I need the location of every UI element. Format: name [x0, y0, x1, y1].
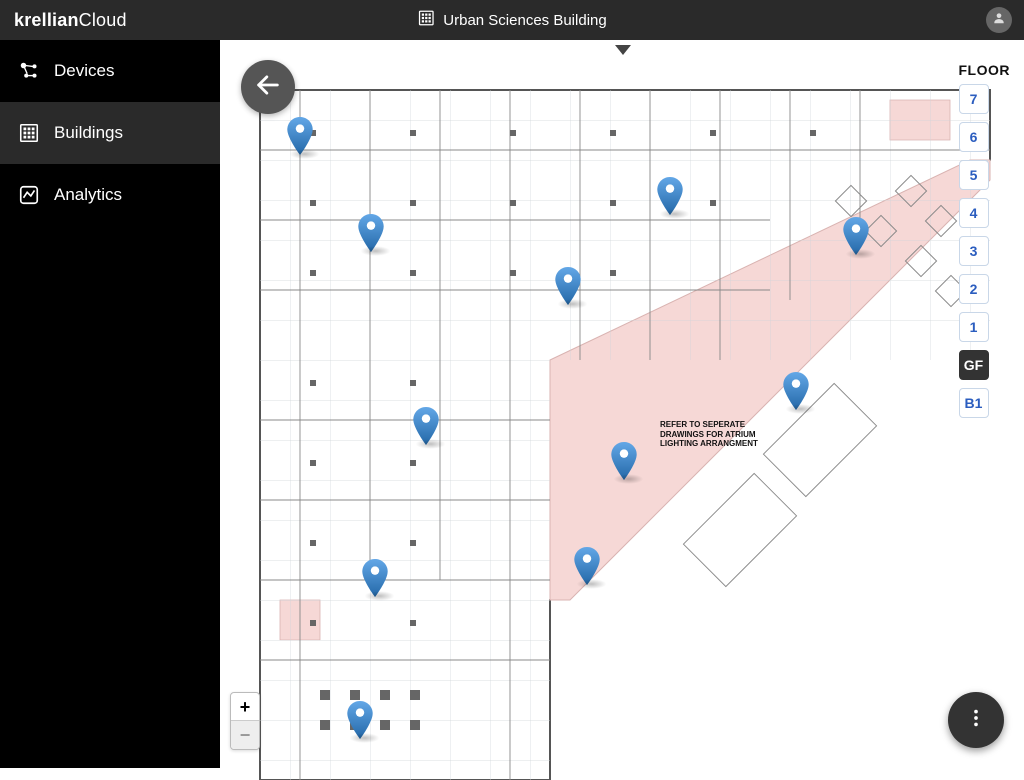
building-name-text: Urban Sciences Building: [443, 12, 606, 29]
arrow-left-icon: [254, 71, 282, 104]
map-pin[interactable]: [358, 214, 384, 252]
floor-button-2[interactable]: 2: [959, 274, 989, 304]
header-right: [986, 7, 1012, 33]
sidebar: Devices Buildings Analytics: [0, 40, 220, 768]
map-pin[interactable]: [287, 117, 313, 155]
map-pin[interactable]: [783, 372, 809, 410]
more-actions-fab[interactable]: [948, 692, 1004, 748]
sidebar-item-label: Buildings: [54, 123, 123, 143]
map-pin[interactable]: [413, 407, 439, 445]
floor-selector-label: FLOOR: [959, 62, 1011, 78]
map-pin[interactable]: [657, 177, 683, 215]
zoom-out-button[interactable]: −: [231, 721, 259, 749]
floor-button-6[interactable]: 6: [959, 122, 989, 152]
floor-selector: FLOOR 7 6 5 4 3 2 1 GF B1: [959, 62, 1011, 426]
floor-plan-map[interactable]: REFER TO SEPERATE DRAWINGS FOR ATRIUM LI…: [220, 40, 1024, 768]
sidebar-item-analytics[interactable]: Analytics: [0, 164, 220, 226]
sidebar-item-label: Analytics: [54, 185, 122, 205]
building-icon: [417, 9, 435, 31]
atrium-note-text: REFER TO SEPERATE DRAWINGS FOR ATRIUM LI…: [660, 420, 780, 449]
content-area: REFER TO SEPERATE DRAWINGS FOR ATRIUM LI…: [220, 40, 1024, 768]
user-avatar-button[interactable]: [986, 7, 1012, 33]
app-logo[interactable]: krellianCloud: [0, 10, 127, 31]
more-vertical-icon: [965, 707, 987, 734]
sidebar-item-devices[interactable]: Devices: [0, 40, 220, 102]
brand-light: Cloud: [79, 10, 127, 30]
map-pin[interactable]: [611, 442, 637, 480]
sidebar-item-buildings[interactable]: Buildings: [0, 102, 220, 164]
analytics-icon: [18, 184, 40, 206]
header-building-title[interactable]: Urban Sciences Building: [417, 9, 606, 31]
floor-button-1[interactable]: 1: [959, 312, 989, 342]
floor-button-4[interactable]: 4: [959, 198, 989, 228]
floor-button-3[interactable]: 3: [959, 236, 989, 266]
sidebar-item-label: Devices: [54, 61, 114, 81]
map-pin[interactable]: [843, 217, 869, 255]
user-icon: [992, 11, 1006, 30]
back-button[interactable]: [241, 60, 295, 114]
floor-button-5[interactable]: 5: [959, 160, 989, 190]
floorplan-drawing: [250, 80, 1000, 780]
floor-button-7[interactable]: 7: [959, 84, 989, 114]
buildings-icon: [18, 122, 40, 144]
map-pin[interactable]: [362, 559, 388, 597]
map-pin[interactable]: [347, 701, 373, 739]
zoom-in-button[interactable]: +: [231, 693, 259, 721]
brand-bold: krellian: [14, 10, 79, 30]
map-pin[interactable]: [555, 267, 581, 305]
floor-button-b1[interactable]: B1: [959, 388, 989, 418]
zoom-control: + −: [230, 692, 260, 750]
north-arrow-icon: [615, 42, 631, 60]
floor-button-gf[interactable]: GF: [959, 350, 989, 380]
app-header: krellianCloud Urban Sciences Building: [0, 0, 1024, 40]
devices-icon: [18, 60, 40, 82]
map-pin[interactable]: [574, 547, 600, 585]
